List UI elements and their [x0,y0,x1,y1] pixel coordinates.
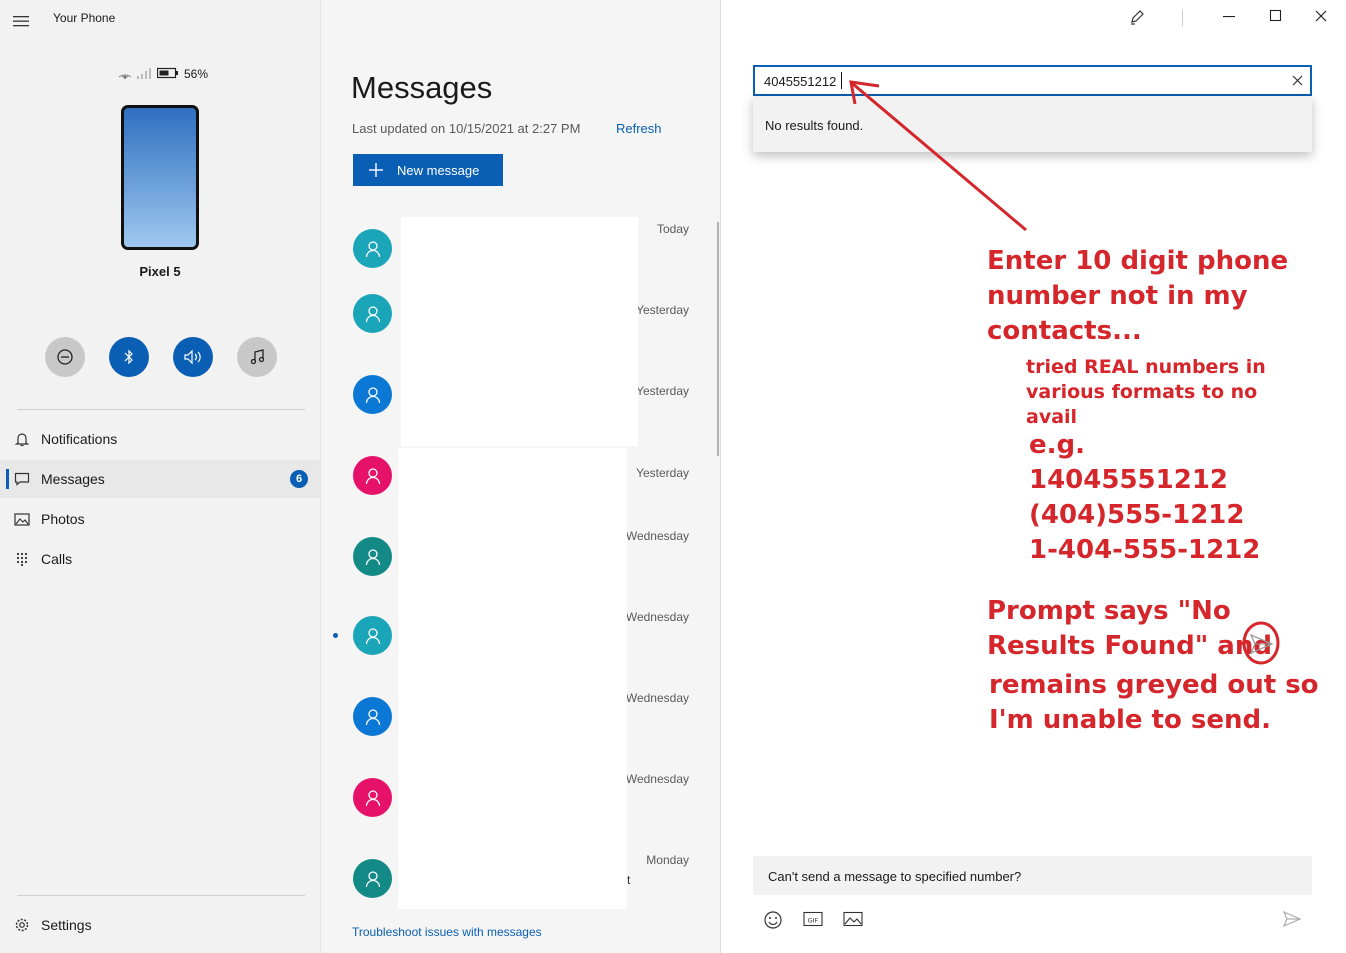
person-icon [365,305,380,322]
nav-calls[interactable]: Calls [0,540,320,578]
person-icon [365,627,380,644]
recipient-value: 4045551212 [764,74,837,89]
unread-badge: 6 [290,470,308,488]
phone-name: Pixel 5 [139,264,181,279]
bluetooth-button[interactable] [109,337,149,377]
pen-icon[interactable] [1129,9,1145,25]
gif-icon[interactable]: GIF [803,911,823,927]
avatar [353,778,392,817]
app-title: Your Phone [53,11,116,25]
plus-icon [369,163,383,177]
person-icon [365,870,380,887]
svg-text:GIF: GIF [808,917,819,925]
message-text: Can't send a message to specified number… [768,869,1022,884]
bell-icon [12,432,32,447]
avatar [353,616,392,655]
person-icon [365,240,380,257]
avatar [353,697,392,736]
avatar [353,859,392,898]
new-message-label: New message [397,162,480,178]
compose-pane: 4045551212 No results found. Enter 10 di… [721,0,1346,953]
image-icon[interactable] [843,911,863,927]
wifi-icon [118,67,132,79]
annotation-prompt: Prompt says "No Results Found" and [987,596,1272,661]
clear-icon[interactable] [1292,75,1303,86]
redacted-area [401,217,638,446]
volume-button[interactable] [173,337,213,377]
do-not-disturb-button[interactable] [45,337,85,377]
gear-icon [12,917,32,933]
minimize-icon[interactable] [1222,9,1236,23]
nav-label: Settings [41,917,92,933]
refresh-link[interactable]: Refresh [616,121,662,136]
emoji-icon[interactable] [763,910,783,930]
person-icon [365,548,380,565]
conversation-snippet: t [627,873,631,887]
hamburger-menu-icon[interactable] [13,14,29,28]
message-icon [12,472,32,486]
person-icon [365,467,380,484]
annotation-result: remains greyed out so I'm unable to send… [989,670,1319,735]
person-icon [365,386,380,403]
left-pane: Your Phone 56% Pixel 5 Notifications Mes… [0,0,321,953]
nav-settings[interactable]: Settings [0,906,320,944]
nav-label: Photos [41,511,85,527]
divider [17,895,305,896]
avatar [353,537,392,576]
page-title: Messages [351,70,493,105]
unread-dot [333,633,338,638]
annotation-circle [1241,621,1281,666]
person-icon [365,708,380,725]
person-icon [365,789,380,806]
new-message-button[interactable]: New message [353,154,503,186]
nav-photos[interactable]: Photos [0,500,320,538]
titlebar-divider [1182,10,1183,26]
nav-label: Messages [41,471,105,487]
avatar [353,294,392,333]
redacted-area [398,448,627,909]
bluetooth-icon [124,349,133,365]
troubleshoot-link[interactable]: Troubleshoot issues with messages [352,925,542,939]
scrollbar-thumb[interactable] [717,222,719,456]
nav-label: Notifications [41,431,118,447]
battery-percent: 56% [184,67,209,81]
do-not-disturb-icon [57,349,73,365]
battery-icon [157,67,179,79]
message-input[interactable]: Can't send a message to specified number… [753,856,1312,895]
avatar [353,229,392,268]
annotation-main: Enter 10 digit phone number not in my co… [987,246,1289,346]
last-updated: Last updated on 10/15/2021 at 2:27 PM [352,121,581,136]
signal-icon [136,67,152,79]
divider [17,409,305,410]
nav-messages[interactable]: Messages 6 [0,460,320,498]
close-icon[interactable] [1314,9,1328,23]
nav-notifications[interactable]: Notifications [0,420,320,458]
volume-icon [184,349,201,365]
annotation-small: tried REAL numbers in various formats to… [1026,356,1266,428]
maximize-icon[interactable] [1269,9,1283,23]
avatar [353,456,392,495]
music-icon [250,349,265,365]
send-icon[interactable] [1282,910,1302,928]
avatar [353,375,392,414]
nav-label: Calls [41,551,73,567]
selection-indicator [6,469,9,489]
annotation-examples: e.g. 14045551212 (404)555-1212 1-404-555… [1029,430,1261,565]
messages-list-pane: Messages Last updated on 10/15/2021 at 2… [321,0,721,953]
phone-image [121,105,199,250]
photos-icon [12,512,32,526]
dialpad-icon [12,552,32,566]
music-button[interactable] [237,337,277,377]
annotation-arrow [841,72,1041,237]
